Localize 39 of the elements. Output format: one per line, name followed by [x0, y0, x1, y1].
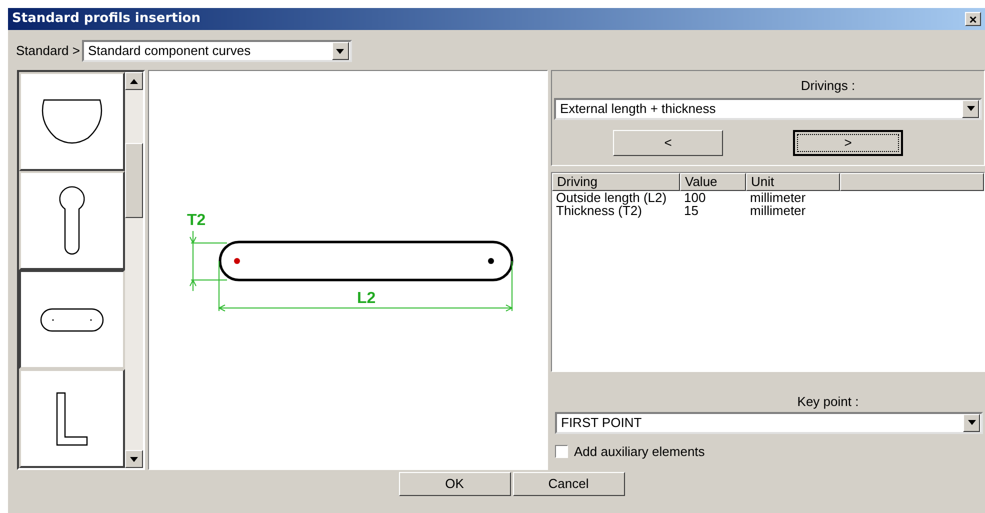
- table-cell-text: millimeter: [749, 191, 807, 204]
- checkbox[interactable]: [555, 444, 568, 458]
- table-cell-text: 100: [683, 191, 707, 204]
- column-header[interactable]: Driving: [552, 173, 680, 191]
- dropdown-button[interactable]: [962, 100, 979, 118]
- angle-profile-icon: [56, 392, 88, 446]
- column-header[interactable]: Value: [680, 173, 746, 191]
- table-cell-text: Outside length (L2): [555, 191, 668, 204]
- scrollbar-thumb[interactable]: [125, 142, 143, 218]
- dropdown-button[interactable]: [332, 42, 349, 60]
- auxiliary-label: Add auxiliary elements: [574, 442, 705, 461]
- slot-icon: [40, 308, 104, 332]
- key-point-dropdown[interactable]: FIRST POINT: [555, 412, 983, 434]
- next-button[interactable]: >: [793, 130, 903, 156]
- profile-thumbnail[interactable]: [19, 270, 125, 369]
- close-button[interactable]: ×: [965, 12, 981, 26]
- caret-icon: [968, 420, 976, 425]
- length-label: L2: [357, 290, 376, 307]
- caret-icon: [336, 48, 344, 54]
- dialog-button[interactable]: Cancel: [512, 472, 624, 496]
- drivings-dropdown[interactable]: External length + thickness: [554, 98, 982, 120]
- up-arrow-icon: [130, 78, 138, 84]
- dialog-button[interactable]: OK: [398, 472, 510, 496]
- thickness-dimension: [190, 230, 228, 292]
- standard-label: Standard >: [16, 42, 80, 60]
- scrollbar[interactable]: [125, 72, 143, 468]
- standard-dropdown[interactable]: Standard component curves: [82, 40, 352, 62]
- caret-icon: [966, 106, 974, 111]
- thickness-label: T2: [187, 212, 206, 229]
- drivings-label: Drivings :: [800, 77, 856, 95]
- window-title: Standard profils insertion: [12, 10, 200, 28]
- key-point-label: Key point :: [797, 393, 859, 411]
- previous-button[interactable]: <: [613, 130, 723, 156]
- column-header[interactable]: Unit: [746, 173, 840, 191]
- down-arrow-icon: [130, 456, 138, 462]
- dropdown-button[interactable]: [963, 414, 980, 432]
- table-cell-text: 15: [683, 204, 700, 217]
- table-cell-text: Thickness (T2): [555, 204, 643, 217]
- table-cell-text: millimeter: [749, 204, 807, 217]
